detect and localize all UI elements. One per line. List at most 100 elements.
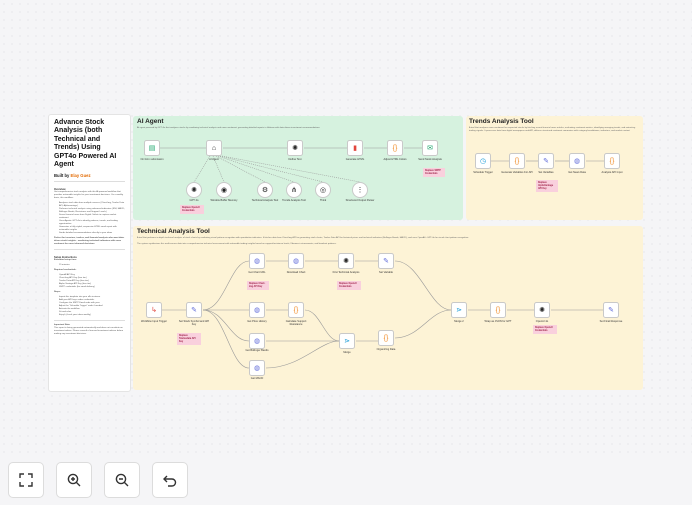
- analysis-input-node[interactable]: {}: [604, 153, 620, 169]
- group-technical-analysis[interactable]: [133, 226, 643, 390]
- req-heading: Required credentials:: [54, 269, 77, 272]
- node-label: Adjust HTML Colors: [383, 158, 407, 161]
- gpt4o-model-node[interactable]: ✺: [186, 182, 202, 198]
- node-label: Window Buffer Memory: [210, 199, 238, 202]
- set-final-response-node[interactable]: ✎: [603, 302, 619, 318]
- trends-desc: A tool that analyzes news sentiment for …: [469, 127, 636, 132]
- code-icon: {}: [383, 334, 389, 342]
- globe-icon: ◍: [253, 338, 261, 345]
- schedule-trigger-node[interactable]: ◷: [475, 153, 491, 169]
- code-icon: {}: [609, 157, 615, 165]
- trends-tool-node[interactable]: ⋔: [286, 182, 302, 198]
- workflow-trigger-node[interactable]: ↳: [146, 302, 162, 318]
- node-label: Generate HTML: [345, 158, 365, 161]
- list-item: Sends detailed recommendations directly …: [59, 232, 125, 235]
- html-icon: ▮: [353, 145, 357, 152]
- sticky-openai-ai[interactable]: Replace OpenAI Credentials: [180, 205, 204, 214]
- get-macd-node[interactable]: ◍: [249, 360, 265, 376]
- zoom-out-icon: [115, 473, 129, 487]
- zoom-in-button[interactable]: [56, 462, 92, 498]
- list-item: Enjoy! (check your inbox weekly): [59, 314, 125, 317]
- node-label: Think: [319, 199, 327, 202]
- steps-heading: Steps:: [54, 291, 61, 294]
- node-label: Calculate Support Resistance: [285, 320, 307, 326]
- ai-agent-node[interactable]: ⌂: [206, 140, 222, 156]
- sticky-note-overview[interactable]: Advance Stock Analysis (both Technical a…: [48, 114, 131, 392]
- pencil-icon: ✎: [191, 307, 197, 314]
- tech-desc-2: The system synthesizes this multi-source…: [137, 243, 337, 245]
- ai-agent-title: AI Agent: [137, 118, 164, 125]
- setup-sub: Estimated setup time:: [54, 259, 77, 262]
- form-icon: ▤: [148, 145, 156, 152]
- workflow-canvas[interactable]: Advance Stock Analysis (both Technical a…: [0, 0, 692, 455]
- node-label: Set Final Response: [599, 320, 623, 323]
- list-item: 15 minutes: [59, 264, 125, 267]
- sticky-openai-tech-2[interactable]: Replace OpenAI Credentials: [533, 325, 557, 334]
- sticky-alphavantage[interactable]: Replace AlphaVantage API Key: [536, 180, 558, 192]
- form-trigger-node[interactable]: ▤: [144, 140, 160, 156]
- get-chart-url-node[interactable]: ◍: [249, 253, 265, 269]
- node-label: Analysis API Input: [601, 171, 623, 174]
- fit-view-button[interactable]: [8, 462, 44, 498]
- wrap-json-node[interactable]: {}: [490, 302, 506, 318]
- fullscreen-icon: [19, 473, 33, 487]
- generate-html-node[interactable]: ▮: [347, 140, 363, 156]
- calc-support-node[interactable]: {}: [288, 302, 304, 318]
- think-tool-node[interactable]: ◎: [315, 182, 331, 198]
- generate-vars-node[interactable]: {}: [509, 153, 525, 169]
- node-label: Get News Data: [568, 171, 586, 174]
- sticky-chart-img[interactable]: Replace Chart-img API Key: [247, 281, 269, 290]
- node-label: Set Variables: [538, 171, 554, 174]
- trigger-icon: ↳: [151, 307, 157, 314]
- get-bollinger-node[interactable]: ◍: [249, 333, 265, 349]
- tech-title: Technical Analysis Tool: [137, 228, 210, 235]
- set-variables-node[interactable]: ✎: [538, 153, 554, 169]
- undo-icon: [163, 475, 177, 487]
- get-news-node[interactable]: ◍: [569, 153, 585, 169]
- organizing-data-node[interactable]: {}: [378, 330, 394, 346]
- author-link[interactable]: Elay Guez: [71, 173, 91, 178]
- node-label: Workflow Input Trigger: [141, 320, 167, 323]
- set-symbol-node[interactable]: ✎: [186, 302, 202, 318]
- code-icon: {}: [293, 306, 299, 314]
- node-label: Structured Output Parser: [345, 199, 375, 202]
- adjust-html-node[interactable]: {}: [387, 140, 403, 156]
- database-icon: ◉: [220, 187, 228, 194]
- sticky-openai-tech[interactable]: Replace OpenAI Credentials: [337, 281, 361, 290]
- send-email-node[interactable]: ✉: [422, 140, 438, 156]
- node-label: Get Price History: [247, 320, 267, 323]
- tech-tool-node[interactable]: ⚙: [257, 182, 273, 198]
- overview-note: Perfect for investors, traders, and fina…: [54, 237, 125, 246]
- merge-icon: ⋗: [456, 307, 462, 314]
- page-title: Advance Stock Analysis (both Technical a…: [54, 119, 117, 169]
- node-label: Organizing Data: [376, 348, 396, 351]
- set-variable-node[interactable]: ✎: [378, 253, 394, 269]
- sticky-smtp[interactable]: Replace SMTP Credentials: [423, 168, 445, 177]
- pencil-icon: ✎: [608, 307, 614, 314]
- globe-icon: ◍: [573, 158, 581, 165]
- first-analysis-node[interactable]: ✺: [338, 253, 354, 269]
- merge-2-node[interactable]: ⋗: [451, 302, 467, 318]
- node-label: On form submission: [140, 158, 164, 161]
- openai-icon: ✺: [343, 258, 349, 265]
- node-label: Send Stock Analysis: [418, 158, 442, 161]
- openai-4o-node[interactable]: ✺: [534, 302, 550, 318]
- output-parser-node[interactable]: ⋮: [352, 182, 368, 198]
- globe-icon: ◍: [292, 258, 300, 265]
- node-label: Merge 2: [454, 320, 464, 323]
- sticky-twelvedata[interactable]: Replace Twelvedata API Key: [177, 333, 201, 345]
- merge-node[interactable]: ⋗: [339, 333, 355, 349]
- code-icon: {}: [495, 306, 501, 314]
- undo-button[interactable]: [152, 462, 188, 498]
- node-label: Schedule Trigger: [473, 171, 493, 174]
- node-label: Get MACD: [250, 377, 264, 380]
- list-item: SMTP credentials (for email delivery): [59, 286, 125, 289]
- get-price-history-node[interactable]: ◍: [249, 302, 265, 318]
- download-chart-node[interactable]: ◍: [288, 253, 304, 269]
- zoom-in-icon: [67, 473, 81, 487]
- node-label: Set Stock Symbol and API Key: [178, 320, 210, 326]
- node-label: GPT 4o: [189, 199, 199, 202]
- define-text-node[interactable]: ✺: [287, 140, 303, 156]
- memory-node[interactable]: ◉: [216, 182, 232, 198]
- zoom-out-button[interactable]: [104, 462, 140, 498]
